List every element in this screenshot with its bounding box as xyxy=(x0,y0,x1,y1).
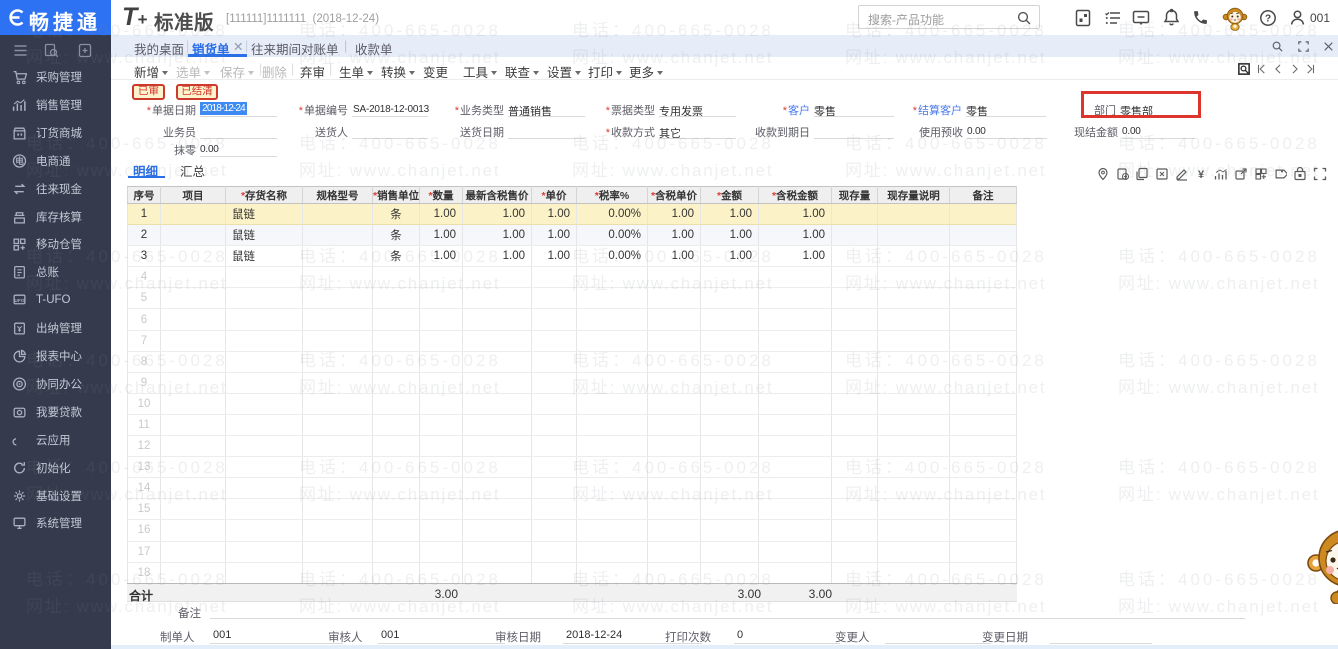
svg-text:电: 电 xyxy=(15,155,24,166)
svg-text:?: ? xyxy=(1265,14,1271,25)
svg-text:UFO: UFO xyxy=(14,298,24,304)
svg-text:¥: ¥ xyxy=(1198,169,1205,181)
